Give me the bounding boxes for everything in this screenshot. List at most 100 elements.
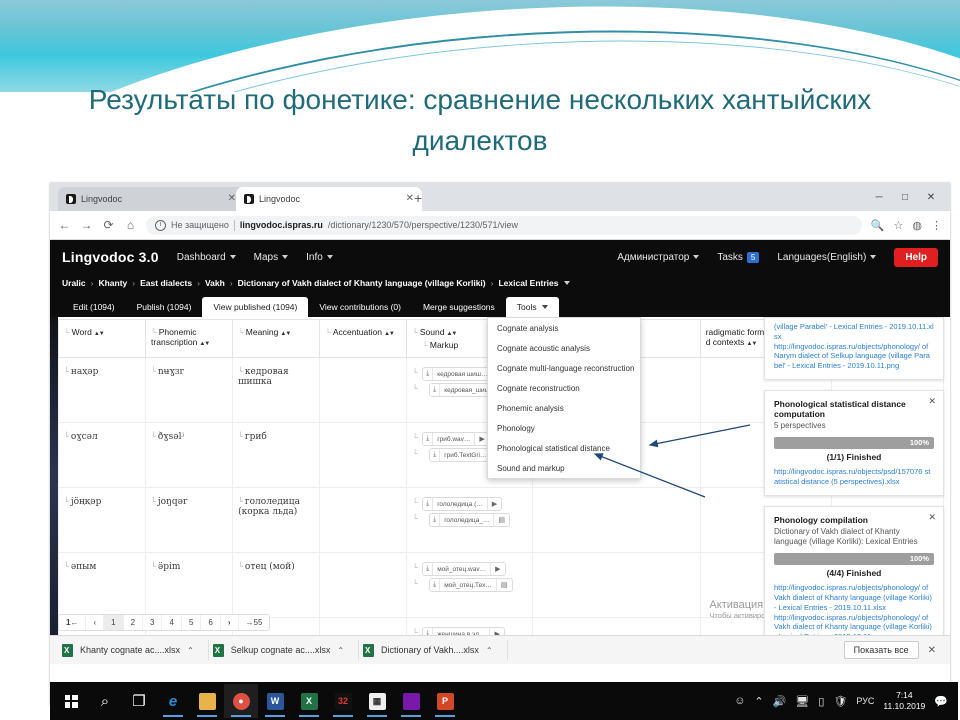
info-icon[interactable]: i [155, 219, 166, 231]
help-button[interactable]: Help [894, 247, 938, 267]
profile-icon[interactable]: ◍ [912, 219, 922, 232]
cell-accentuation[interactable] [319, 487, 408, 553]
task-result-link[interactable]: http://lingvodoc.ispras.ru/objects/phono… [774, 613, 934, 635]
column-header-phonemic-transcription[interactable]: └ Phonemic transcription ▲▼ [145, 319, 234, 358]
column-header-meaning[interactable]: └ Meaning ▲▼ [232, 319, 321, 358]
pagination-first[interactable]: 1← [59, 615, 87, 630]
app32-taskbar-button[interactable]: 32 [326, 684, 360, 718]
chevron-up-icon[interactable]: ⌃ [337, 646, 344, 655]
download-item-dictionary[interactable]: Dictionary of Vakh....xlsx ⌃ [359, 640, 508, 660]
nav-item-dashboard[interactable]: Dashboard [177, 252, 236, 263]
cell-sound-markup[interactable]: └ ⤓ мой_отец.wav… ▶ └ ⤓ мой_отец.Тех… ▤ [406, 552, 534, 618]
breadcrumb-item-uralic[interactable]: Uralic [62, 278, 86, 288]
sound-chip[interactable]: ⤓ мой_отец.wav… ▶ [422, 562, 506, 576]
cell-word[interactable]: └ əпым [57, 552, 147, 618]
close-window-button[interactable]: ✕ [918, 186, 944, 208]
forward-icon[interactable]: → [80, 218, 93, 232]
sound-chip[interactable]: ⤓ гололедица (… ▶ [422, 497, 503, 511]
download-icon[interactable]: ⤓ [430, 384, 441, 396]
search-taskbar-button[interactable]: ⌕ [88, 684, 122, 718]
lingvodoc-brand[interactable]: Lingvodoc 3.0 [62, 249, 159, 265]
pagination-prev[interactable]: ‹ [86, 615, 105, 630]
task-view-button[interactable]: ❐ [122, 684, 156, 718]
cell-transcription[interactable]: └ ӛpim [145, 552, 234, 618]
nav-item-info[interactable]: Info [306, 252, 333, 263]
download-icon[interactable]: ⤓ [423, 433, 434, 445]
sort-icon[interactable]: ▲▼ [446, 331, 457, 337]
close-icon[interactable]: ✕ [928, 396, 936, 407]
sound-chip[interactable]: ⤓ гриб.wav… ▶ [422, 432, 490, 446]
powerpoint-taskbar-button[interactable]: P [428, 684, 462, 718]
menu-item-cognate-multi-language-reconstruction[interactable]: Cognate multi-language reconstruction [488, 358, 640, 378]
cell-meaning[interactable]: └ гриб [232, 422, 321, 488]
home-icon[interactable]: ⌂ [124, 218, 137, 232]
markup-view-icon[interactable]: ▤ [493, 514, 509, 526]
pagination-page-4[interactable]: 4 [162, 615, 182, 630]
new-tab-button[interactable]: + [414, 191, 422, 205]
tasks-menu[interactable]: Tasks 5 [717, 251, 760, 263]
menu-item-cognate-acoustic-analysis[interactable]: Cognate acoustic analysis [488, 338, 640, 358]
menu-item-sound-and-markup[interactable]: Sound and markup [488, 458, 640, 478]
download-item-selkup[interactable]: Selkup cognate ac....xlsx ⌃ [209, 640, 360, 660]
cell-transcription[interactable]: └ nʉɣɜr [145, 357, 234, 423]
close-shelf-icon[interactable]: ✕ [919, 645, 942, 656]
markup-view-icon[interactable]: ▤ [495, 579, 512, 591]
cell-word[interactable]: └ наҳəр [57, 357, 147, 423]
browser-tab-1[interactable]: Lingvodoc ✕ [58, 187, 244, 211]
sort-icon[interactable]: ▲▼ [280, 331, 291, 337]
breadcrumb-item-east-dialects[interactable]: East dialects [140, 278, 192, 288]
pagination-page-1[interactable]: 1 [104, 615, 124, 630]
menu-item-phonemic-analysis[interactable]: Phonemic analysis [488, 398, 640, 418]
menu-item-phonology[interactable]: Phonology [488, 418, 640, 438]
browser-tab-2[interactable]: Lingvodoc ✕ [236, 187, 422, 211]
markup-chip[interactable]: ⤓ гололедица_… ▤ [429, 513, 511, 527]
sound-chip[interactable]: ⤓ женщина.в.эл… ▶ [422, 627, 505, 635]
breadcrumb-item-vakh[interactable]: Vakh [205, 278, 225, 288]
breadcrumb-item-khanty[interactable]: Khanty [98, 278, 127, 288]
start-button[interactable] [54, 684, 88, 718]
people-icon[interactable]: ☺ [734, 695, 745, 707]
cell-meaning[interactable]: └ гололедица (корка льда) [232, 487, 321, 553]
edge-taskbar-button[interactable]: e [156, 684, 190, 718]
back-icon[interactable]: ← [58, 218, 71, 232]
sort-icon[interactable]: ▲▼ [746, 341, 757, 347]
language-indicator[interactable]: РУС [856, 696, 874, 706]
volume-icon[interactable]: 🔊 [773, 695, 787, 708]
close-icon[interactable]: ✕ [928, 512, 936, 523]
cell-accentuation[interactable] [319, 357, 408, 423]
sort-icon[interactable]: ▲▼ [384, 331, 395, 337]
breadcrumb-item-dictionary[interactable]: Dictionary of Vakh dialect of Khanty lan… [238, 278, 486, 288]
task-link[interactable]: http://lingvodoc.ispras.ru/objects/phono… [774, 342, 934, 371]
tab-publish[interactable]: Publish (1094) [126, 297, 203, 317]
chevron-up-icon[interactable]: ⌃ [187, 646, 194, 655]
tab-view-published[interactable]: View published (1094) [202, 297, 309, 317]
chevron-up-icon[interactable]: ⌃ [486, 646, 493, 655]
tools-dropdown-button[interactable]: Tools [505, 297, 559, 317]
markup-chip[interactable]: ⤓ мой_отец.Тех… ▤ [429, 578, 513, 592]
download-icon[interactable]: ⤓ [423, 628, 434, 635]
cell-accentuation[interactable] [319, 422, 408, 488]
word-taskbar-button[interactable]: W [258, 684, 292, 718]
user-menu[interactable]: Администратор [617, 252, 700, 263]
maximize-button[interactable]: □ [892, 186, 918, 208]
onenote-taskbar-button[interactable] [394, 684, 428, 718]
menu-item-phonological-statistical-distance[interactable]: Phonological statistical distance [488, 438, 640, 458]
menu-item-cognate-analysis[interactable]: Cognate analysis [488, 318, 640, 338]
network-icon[interactable]: 🖥 [795, 695, 809, 708]
browser-menu-icon[interactable]: ⋮ [931, 219, 942, 232]
cell-accentuation[interactable] [319, 552, 408, 618]
sort-icon[interactable]: ▲▼ [199, 341, 210, 347]
download-icon[interactable]: ⤓ [423, 368, 434, 380]
pagination-next[interactable]: › [221, 615, 239, 630]
tab-edit[interactable]: Edit (1094) [62, 297, 126, 317]
pagination-page-2[interactable]: 2 [124, 615, 144, 630]
close-icon[interactable]: ✕ [406, 194, 414, 204]
play-icon[interactable]: ▶ [489, 628, 503, 635]
excel-taskbar-button[interactable]: X [292, 684, 326, 718]
cell-word[interactable]: └ оɣсəл [57, 422, 147, 488]
menu-item-cognate-reconstruction[interactable]: Cognate reconstruction [488, 378, 640, 398]
reload-icon[interactable]: ⟳ [102, 218, 115, 232]
cell-word[interactable]: └ јӧңқəр [57, 487, 147, 553]
cell-accentuation[interactable] [319, 617, 408, 635]
search-icon[interactable]: 🔍 [871, 219, 885, 232]
